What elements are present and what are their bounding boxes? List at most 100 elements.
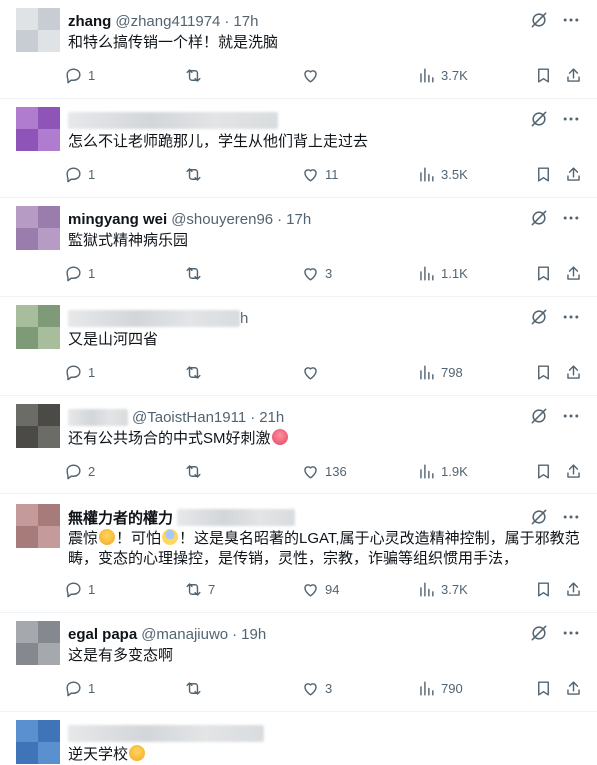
username[interactable]: @shouyeren96 bbox=[171, 211, 273, 228]
avatar[interactable] bbox=[16, 107, 60, 151]
timestamp[interactable]: 21h bbox=[259, 409, 284, 426]
retweet-icon bbox=[186, 583, 201, 596]
bookmark-button[interactable] bbox=[534, 462, 553, 481]
views-button[interactable]: 3.7K bbox=[417, 66, 468, 85]
tweet[interactable]: 無權力者的權力 震惊 ！可怕 ！这是臭名昭著的LGAT,属于心灵改造精神控制，属于邪… bbox=[0, 494, 597, 613]
more-icon[interactable] bbox=[561, 406, 581, 426]
tweet[interactable]: 怎么不让老师跪那儿，学生从他们背上走过去 1 11 3.5K bbox=[0, 99, 597, 198]
avatar[interactable] bbox=[16, 720, 60, 764]
retweet-button[interactable] bbox=[184, 679, 208, 698]
like-button[interactable]: 11 bbox=[301, 165, 339, 184]
like-button[interactable]: 94 bbox=[301, 580, 339, 599]
like-button[interactable]: 136 bbox=[301, 462, 347, 481]
reply-button[interactable]: 1 bbox=[64, 165, 95, 184]
views-button[interactable]: 3.7K bbox=[417, 580, 468, 599]
avatar[interactable] bbox=[16, 404, 60, 448]
retweet-button[interactable] bbox=[184, 363, 208, 382]
like-count: 94 bbox=[325, 582, 340, 597]
tweet-header bbox=[68, 723, 264, 743]
share-button[interactable] bbox=[564, 462, 583, 481]
reply-button[interactable]: 1 bbox=[64, 363, 95, 382]
avatar[interactable] bbox=[16, 504, 60, 548]
more-icon[interactable] bbox=[561, 623, 581, 643]
bookmark-button[interactable] bbox=[534, 66, 553, 85]
retweet-button[interactable] bbox=[184, 66, 208, 85]
share-button[interactable] bbox=[564, 264, 583, 283]
share-button[interactable] bbox=[564, 363, 583, 382]
face-emoji-icon bbox=[129, 745, 146, 761]
timestamp[interactable]: h bbox=[240, 310, 248, 327]
grok-icon[interactable] bbox=[529, 208, 549, 228]
tweet[interactable]: mingyang wei @shouyeren96 · 17h 監獄式精神病乐园… bbox=[0, 198, 597, 297]
reply-icon bbox=[66, 365, 81, 381]
grok-icon[interactable] bbox=[529, 307, 549, 327]
view-count: 1.9K bbox=[441, 464, 468, 479]
grok-icon[interactable] bbox=[529, 109, 549, 129]
reply-button[interactable]: 1 bbox=[64, 264, 95, 283]
views-button[interactable]: 790 bbox=[417, 679, 463, 698]
share-button[interactable] bbox=[564, 165, 583, 184]
like-button[interactable] bbox=[301, 66, 325, 85]
views-button[interactable]: 1.9K bbox=[417, 462, 468, 481]
username[interactable]: @manajiuwo bbox=[141, 626, 228, 643]
view-count: 3.7K bbox=[441, 68, 468, 83]
display-name[interactable]: mingyang wei bbox=[68, 211, 167, 228]
grok-icon[interactable] bbox=[529, 406, 549, 426]
reply-count: 2 bbox=[88, 464, 96, 479]
reply-button[interactable]: 1 bbox=[64, 580, 95, 599]
timestamp[interactable]: 17h bbox=[233, 13, 258, 30]
avatar[interactable] bbox=[16, 621, 60, 665]
retweet-icon bbox=[186, 366, 201, 379]
grok-icon[interactable] bbox=[529, 10, 549, 30]
share-button[interactable] bbox=[564, 580, 583, 599]
bookmark-button[interactable] bbox=[534, 580, 553, 599]
like-button[interactable]: 3 bbox=[301, 679, 332, 698]
tweet[interactable]: @TaoistHan1911 · 21h 还有公共场合的中式SM好刺激 2 13… bbox=[0, 396, 597, 494]
tweet[interactable]: h 又是山河四省 1 798 bbox=[0, 297, 597, 396]
more-icon[interactable] bbox=[561, 307, 581, 327]
timestamp[interactable]: 17h bbox=[286, 211, 311, 228]
tweet[interactable]: 逆天学校 bbox=[0, 712, 597, 764]
grok-icon[interactable] bbox=[529, 507, 549, 527]
tweet-text: 震惊 ！可怕 ！这是臭名昭著的LGAT,属于心灵改造精神控制，属于邪教范 畴，变态的… bbox=[68, 529, 581, 569]
reply-button[interactable]: 1 bbox=[64, 66, 95, 85]
bookmark-button[interactable] bbox=[534, 264, 553, 283]
bookmark-button[interactable] bbox=[534, 363, 553, 382]
heart-icon bbox=[304, 683, 317, 696]
retweet-icon bbox=[186, 267, 201, 280]
views-button[interactable]: 1.1K bbox=[417, 264, 468, 283]
share-button[interactable] bbox=[564, 679, 583, 698]
tweet[interactable]: egal papa @manajiuwo · 19h 这是有多变态啊 1 3 7… bbox=[0, 613, 597, 712]
tweet[interactable]: zhang @zhang411974 · 17h 和特么搞传销一个样！就是洗脑 … bbox=[0, 0, 597, 99]
views-button[interactable]: 798 bbox=[417, 363, 463, 382]
username[interactable]: @TaoistHan1911 bbox=[132, 409, 246, 426]
username[interactable]: @zhang411974 bbox=[115, 13, 220, 30]
retweet-count: 7 bbox=[208, 582, 216, 597]
bookmark-button[interactable] bbox=[534, 679, 553, 698]
avatar[interactable] bbox=[16, 8, 60, 52]
more-icon[interactable] bbox=[561, 208, 581, 228]
avatar[interactable] bbox=[16, 305, 60, 349]
display-name[interactable]: egal papa bbox=[68, 626, 137, 643]
avatar[interactable] bbox=[16, 206, 60, 250]
reply-button[interactable]: 1 bbox=[64, 679, 95, 698]
like-button[interactable] bbox=[301, 363, 325, 382]
retweet-button[interactable] bbox=[184, 264, 208, 283]
more-icon[interactable] bbox=[561, 109, 581, 129]
more-icon[interactable] bbox=[561, 10, 581, 30]
share-button[interactable] bbox=[564, 66, 583, 85]
retweet-button[interactable] bbox=[184, 165, 208, 184]
like-button[interactable]: 3 bbox=[301, 264, 332, 283]
display-name[interactable]: 無權力者的權力 bbox=[68, 507, 173, 528]
grok-icon[interactable] bbox=[529, 623, 549, 643]
view-count: 3.5K bbox=[441, 167, 468, 182]
timestamp[interactable]: 19h bbox=[241, 626, 266, 643]
display-name[interactable]: zhang bbox=[68, 13, 111, 30]
bookmark-button[interactable] bbox=[534, 165, 553, 184]
retweet-button[interactable]: 7 bbox=[184, 580, 215, 599]
views-button[interactable]: 3.5K bbox=[417, 165, 468, 184]
reply-button[interactable]: 2 bbox=[64, 462, 95, 481]
heart-icon bbox=[304, 466, 317, 479]
more-icon[interactable] bbox=[561, 507, 581, 527]
retweet-button[interactable] bbox=[184, 462, 208, 481]
